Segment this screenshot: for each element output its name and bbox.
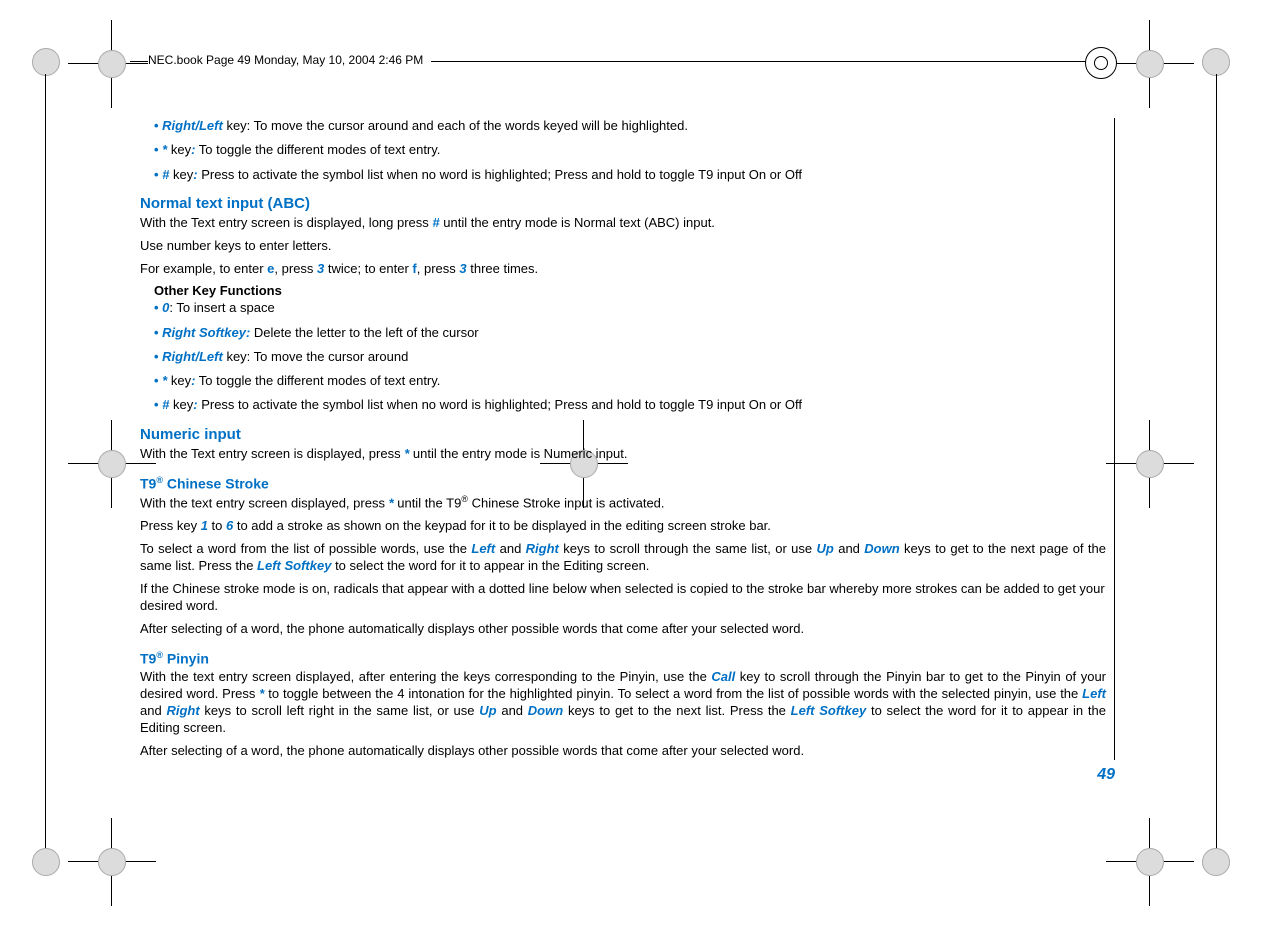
paragraph: After selecting of a word, the phone aut…	[140, 743, 1106, 760]
crop-vline-right	[1216, 74, 1217, 848]
bullet-right-softkey: Right Softkey: Delete the letter to the …	[154, 325, 1106, 341]
header-corner-icon	[1085, 47, 1117, 79]
bullet-right-left: Right/Left key: To move the cursor aroun…	[154, 118, 1106, 134]
paragraph: After selecting of a word, the phone aut…	[140, 621, 1106, 638]
bullet-star-key: * key: To toggle the different modes of …	[154, 142, 1106, 158]
heading-numeric-input: Numeric input	[140, 426, 1106, 443]
paragraph: To select a word from the list of possib…	[140, 541, 1106, 575]
page-number: 49	[140, 766, 1115, 784]
subheading-other-key-functions: Other Key Functions	[154, 283, 1106, 298]
paragraph: If the Chinese stroke mode is on, radica…	[140, 581, 1106, 615]
paragraph: Use number keys to enter letters.	[140, 238, 1106, 255]
reg-mark-bottom-right	[1126, 838, 1174, 886]
crop-mark-outer-top-right	[1202, 48, 1230, 76]
paragraph: With the Text entry screen is displayed,…	[140, 215, 1106, 232]
crop-mark-outer-bottom-left	[32, 848, 60, 876]
heading-t9-pinyin: T9® Pinyin	[140, 650, 1106, 667]
reg-mark-mid-right	[1126, 440, 1174, 488]
paragraph: With the Text entry screen is displayed,…	[140, 446, 1106, 463]
reg-mark-top-left	[88, 40, 136, 88]
paragraph: With the text entry screen displayed, af…	[140, 669, 1106, 737]
paragraph: With the text entry screen displayed, pr…	[140, 494, 1106, 512]
header-text: NEC.book Page 49 Monday, May 10, 2004 2:…	[148, 53, 431, 67]
paragraph: For example, to enter e, press 3 twice; …	[140, 261, 1106, 278]
reg-mark-mid-left	[88, 440, 136, 488]
other-key-list: 0: To insert a space Right Softkey: Dele…	[154, 300, 1106, 413]
heading-normal-text-input: Normal text input (ABC)	[140, 195, 1106, 212]
crop-vline-left	[45, 74, 46, 848]
page-content: Right/Left key: To move the cursor aroun…	[140, 118, 1115, 784]
crop-mark-outer-top-left	[32, 48, 60, 76]
paragraph: Press key 1 to 6 to add a stroke as show…	[140, 518, 1106, 535]
bullet-hash-key: # key: Press to activate the symbol list…	[154, 167, 1106, 183]
heading-t9-chinese-stroke: T9® Chinese Stroke	[140, 475, 1106, 492]
reg-mark-bottom-left	[88, 838, 136, 886]
bullet-zero: 0: To insert a space	[154, 300, 1106, 316]
bullet-right-left: Right/Left key: To move the cursor aroun…	[154, 349, 1106, 365]
bullet-hash-key: # key: Press to activate the symbol list…	[154, 397, 1106, 413]
reg-mark-top-right	[1126, 40, 1174, 88]
crop-mark-outer-bottom-right	[1202, 848, 1230, 876]
top-bullet-list: Right/Left key: To move the cursor aroun…	[154, 118, 1106, 183]
bullet-star-key: * key: To toggle the different modes of …	[154, 373, 1106, 389]
